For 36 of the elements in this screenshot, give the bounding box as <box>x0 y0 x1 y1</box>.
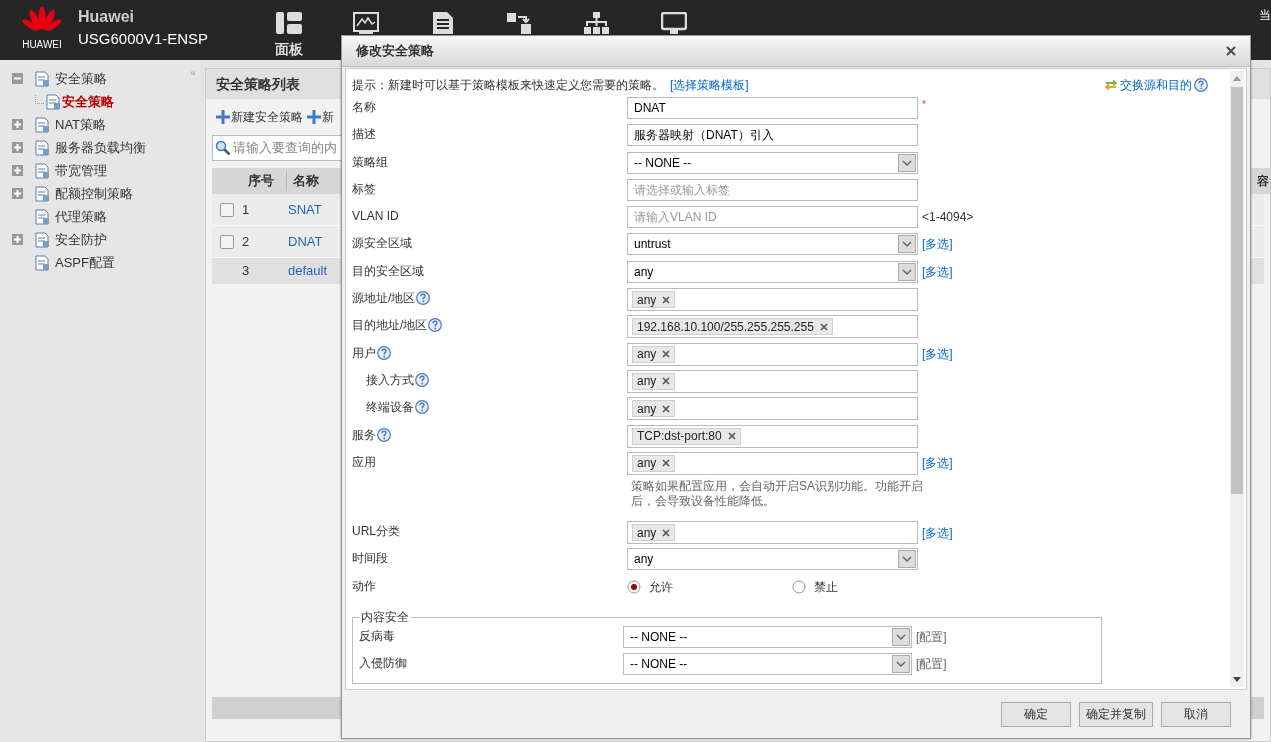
required-mark: * <box>922 98 926 112</box>
radio-label: 禁止 <box>814 578 838 596</box>
field-label: URL分类 <box>352 523 400 541</box>
field-label: 动作 <box>352 577 376 595</box>
radio-label: 允许 <box>649 578 673 596</box>
field-label: 反病毒 <box>359 628 395 646</box>
help-note: 策略如果配置应用，会自动开启SA识别功能。功能开启后，会导致设备性能降低。 <box>630 479 924 510</box>
panel-title: 安全策略列表 <box>216 74 300 94</box>
field-label: 源地址/地区 <box>352 290 416 308</box>
field-label: 应用 <box>352 453 376 471</box>
field-label: 用户 <box>352 344 376 362</box>
brand-name: Huawei <box>78 7 135 27</box>
field-label: 终端设备 <box>366 399 414 417</box>
field-label: 服务 <box>352 426 376 444</box>
field-label: 目的地址/地区 <box>352 317 428 335</box>
dialog-title: 修改安全策略 <box>356 42 434 61</box>
table-cell-text: 3 <box>241 262 251 281</box>
field-label: 标签 <box>352 180 376 198</box>
logo-text: HUAWEI <box>22 40 62 50</box>
field-label: VLAN ID <box>352 208 399 226</box>
current-user-label: 当 <box>1259 7 1271 24</box>
range-hint: <1-4094> <box>922 209 974 227</box>
field-label: 源安全区域 <box>352 235 412 253</box>
field-label: 接入方式 <box>366 371 414 389</box>
field-label: 名称 <box>352 99 376 116</box>
group-legend: 内容安全 <box>359 608 411 627</box>
table-cell-text: 1 <box>241 200 251 219</box>
column-header: 序号 <box>247 172 275 191</box>
field-label: 入侵防御 <box>359 655 407 673</box>
column-header: 名称 <box>286 171 319 191</box>
device-model: USG6000V1-ENSP <box>78 29 209 49</box>
field-label: 目的安全区域 <box>352 262 424 280</box>
column-header: 容 <box>1257 173 1269 190</box>
table-cell-text: 2 <box>241 232 251 251</box>
hint-text: 提示：新建时可以基于策略模板来快速定义您需要的策略。 <box>352 77 664 94</box>
field-label: 时间段 <box>352 550 388 568</box>
